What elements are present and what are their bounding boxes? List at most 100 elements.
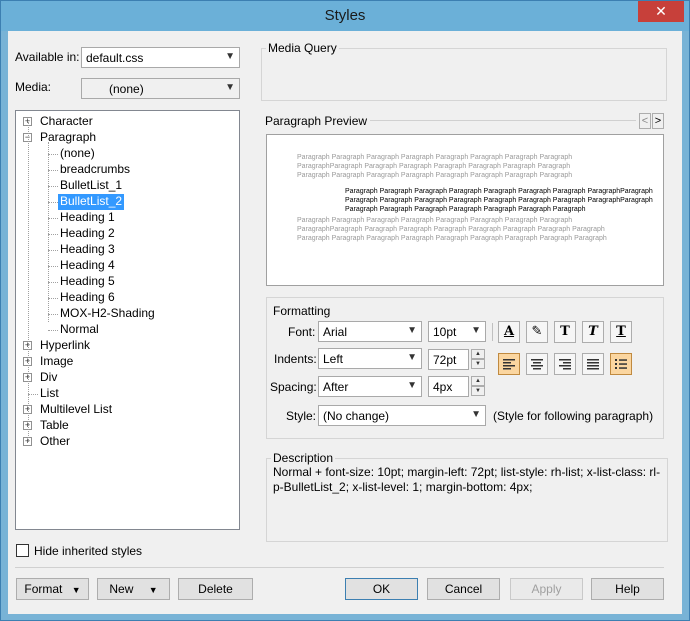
dropdown-arrow-icon: ▼ bbox=[148, 585, 158, 595]
tree-category-item[interactable]: Multilevel List bbox=[40, 402, 112, 418]
font-size-select[interactable]: 10pt ▼ bbox=[428, 321, 486, 342]
tree-category-item[interactable]: Image bbox=[40, 354, 73, 370]
new-button-label: New bbox=[109, 582, 134, 596]
hide-inherited-label: Hide inherited styles bbox=[34, 544, 143, 558]
tree-style-item[interactable]: Heading 3 bbox=[60, 242, 115, 258]
tree-connector bbox=[48, 298, 58, 299]
paragraph-preview-box: Paragraph Paragraph Paragraph Paragraph … bbox=[266, 134, 664, 286]
font-value: Arial bbox=[323, 325, 348, 339]
underline-icon[interactable]: T bbox=[610, 321, 632, 343]
bottom-separator bbox=[15, 567, 664, 568]
styles-dialog: Styles ✕ Available in: default.css ▼ Med… bbox=[0, 0, 690, 621]
apply-button[interactable]: Apply bbox=[510, 578, 583, 600]
next-style-note: (Style for following paragraph) bbox=[493, 409, 654, 423]
chevron-down-icon: ▼ bbox=[471, 409, 481, 420]
highlight-icon[interactable]: ✎ bbox=[526, 321, 548, 343]
preview-next-button[interactable]: > bbox=[652, 113, 664, 129]
tree-style-item[interactable]: BulletList_2 bbox=[58, 194, 125, 210]
help-button[interactable]: Help bbox=[591, 578, 664, 600]
tree-style-item[interactable]: breadcrumbs bbox=[60, 162, 130, 178]
tree-style-item[interactable]: Heading 2 bbox=[60, 226, 115, 242]
style-tree[interactable]: + Character − Paragraph (none) breadcrumbs Bul… bbox=[15, 110, 240, 530]
tree-category-item[interactable]: Character bbox=[40, 114, 93, 130]
available-in-label: Available in: bbox=[15, 50, 80, 64]
chevron-down-icon: ▼ bbox=[225, 82, 235, 93]
tree-connector bbox=[48, 154, 58, 155]
description-title: Description bbox=[271, 451, 336, 465]
available-in-select[interactable]: default.css ▼ bbox=[81, 47, 240, 68]
spin-up-icon[interactable]: ▲ bbox=[471, 376, 485, 386]
media-query-title: Media Query bbox=[266, 41, 339, 55]
tree-style-item[interactable]: BulletList_1 bbox=[60, 178, 122, 194]
preview-prev-button[interactable]: < bbox=[639, 113, 651, 129]
justify-icon[interactable] bbox=[582, 353, 604, 375]
chevron-down-icon: ▼ bbox=[407, 352, 417, 363]
chevron-down-icon: ▼ bbox=[407, 380, 417, 391]
dialog-client: Available in: default.css ▼ Media: (none… bbox=[8, 31, 682, 614]
chevron-down-icon: ▼ bbox=[471, 325, 481, 336]
bullet-list-icon[interactable] bbox=[610, 353, 632, 375]
tree-category-item[interactable]: Hyperlink bbox=[40, 338, 90, 354]
cancel-button[interactable]: Cancel bbox=[427, 578, 500, 600]
spacing-select[interactable]: After ▼ bbox=[318, 376, 422, 397]
tree-category-item[interactable]: Div bbox=[40, 370, 57, 386]
hide-inherited-checkbox[interactable] bbox=[16, 544, 29, 557]
tree-connector bbox=[28, 122, 29, 442]
available-in-value: default.css bbox=[86, 51, 144, 65]
tree-style-item[interactable]: Heading 5 bbox=[60, 274, 115, 290]
chevron-down-icon: ▼ bbox=[407, 325, 417, 336]
align-left-icon[interactable] bbox=[498, 353, 520, 375]
italic-icon[interactable]: T bbox=[582, 321, 604, 343]
spin-up-icon[interactable]: ▲ bbox=[471, 349, 485, 359]
chevron-down-icon: ▼ bbox=[225, 51, 235, 62]
spin-down-icon[interactable]: ▼ bbox=[471, 386, 485, 396]
formatting-title: Formatting bbox=[271, 304, 333, 318]
tree-category-item[interactable]: Other bbox=[40, 434, 70, 450]
tree-category-item[interactable]: Table bbox=[40, 418, 69, 434]
ok-button[interactable]: OK bbox=[345, 578, 418, 600]
align-center-icon[interactable] bbox=[526, 353, 548, 375]
font-select[interactable]: Arial ▼ bbox=[318, 321, 422, 342]
tree-connector bbox=[48, 202, 58, 203]
spin-down-icon[interactable]: ▼ bbox=[471, 359, 485, 369]
indents-select[interactable]: Left ▼ bbox=[318, 348, 422, 369]
preview-separator bbox=[370, 120, 636, 121]
preview-text-before: Paragraph Paragraph Paragraph Paragraph … bbox=[297, 154, 573, 179]
tree-category-item[interactable]: List bbox=[40, 386, 59, 402]
bold-icon[interactable]: T bbox=[554, 321, 576, 343]
media-label: Media: bbox=[15, 80, 52, 94]
font-color-icon[interactable]: A bbox=[498, 321, 520, 343]
format-button[interactable]: Format ▼ bbox=[16, 578, 89, 600]
new-button[interactable]: New ▼ bbox=[97, 578, 170, 600]
delete-button[interactable]: Delete bbox=[178, 578, 253, 600]
tree-style-item[interactable]: MOX-H2-Shading bbox=[60, 306, 155, 322]
tree-connector bbox=[48, 250, 58, 251]
tree-style-item[interactable]: Normal bbox=[60, 322, 99, 338]
tree-connector bbox=[48, 282, 58, 283]
tree-style-item[interactable]: (none) bbox=[60, 146, 95, 162]
indents-value: Left bbox=[323, 352, 344, 366]
close-button[interactable]: ✕ bbox=[638, 1, 684, 22]
spacing-spinner[interactable]: ▲ ▼ bbox=[471, 376, 485, 396]
spacing-size-input[interactable]: 4px bbox=[428, 376, 469, 397]
media-select[interactable]: (none) ▼ bbox=[81, 78, 240, 99]
dropdown-arrow-icon: ▼ bbox=[71, 585, 81, 595]
title-bar[interactable]: Styles ✕ bbox=[1, 1, 689, 31]
tree-style-item[interactable]: Heading 6 bbox=[60, 290, 115, 306]
align-right-icon[interactable] bbox=[554, 353, 576, 375]
tree-style-item[interactable]: Heading 4 bbox=[60, 258, 115, 274]
spacing-value: After bbox=[323, 380, 349, 394]
tree-connector bbox=[48, 314, 58, 315]
next-style-select[interactable]: (No change) ▼ bbox=[318, 405, 486, 426]
tree-connector bbox=[48, 266, 58, 267]
tree-connector bbox=[48, 330, 58, 331]
spacing-label: Spacing: bbox=[270, 380, 317, 394]
preview-text-after: Paragraph Paragraph Paragraph Paragraph … bbox=[297, 217, 607, 242]
tree-style-item[interactable]: Heading 1 bbox=[60, 210, 115, 226]
font-label: Font: bbox=[288, 325, 316, 339]
indents-size-input[interactable]: 72pt bbox=[428, 349, 469, 370]
media-value: (none) bbox=[109, 82, 144, 96]
indents-spinner[interactable]: ▲ ▼ bbox=[471, 349, 485, 369]
tree-connector bbox=[48, 170, 58, 171]
next-style-value: (No change) bbox=[323, 409, 390, 423]
